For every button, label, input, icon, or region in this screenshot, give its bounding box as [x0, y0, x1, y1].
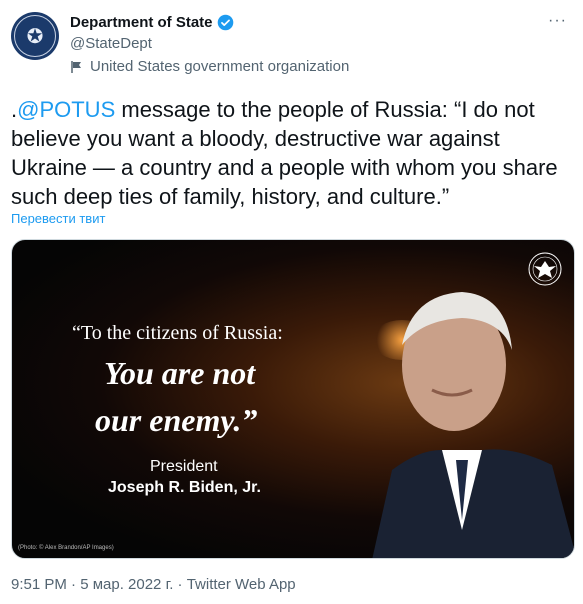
quote-line-1: “To the citizens of Russia:	[72, 322, 283, 344]
tweet-text: .@POTUS message to the people of Russia:…	[11, 95, 571, 211]
photo-credit: (Photo: © Alex Brandon/AP Images)	[18, 545, 114, 551]
account-name-row[interactable]: Department of State	[70, 14, 234, 31]
org-label-text: United States government organization	[90, 58, 350, 75]
attribution-title: President	[150, 458, 218, 475]
account-handle[interactable]: @StateDept	[70, 35, 152, 52]
translate-tweet-link[interactable]: Перевести твит	[11, 211, 105, 226]
more-options-button[interactable]: ···	[548, 12, 567, 30]
state-department-seal-icon	[528, 252, 562, 286]
tweet-timestamp[interactable]: 9:51 PM · 5 мар. 2022 г. · Twitter Web A…	[11, 576, 296, 593]
verified-badge-icon	[217, 14, 233, 31]
eagle-seal-icon: ✪	[14, 15, 56, 57]
president-photo	[372, 292, 574, 558]
org-label: United States government organization	[70, 58, 349, 75]
tweet-image[interactable]: “To the citizens of Russia: You are not …	[11, 239, 575, 559]
quote-line-3: our enemy.”	[95, 402, 258, 438]
mention-link[interactable]: @POTUS	[17, 97, 115, 122]
flag-icon	[71, 60, 81, 73]
quote-line-2: You are not	[104, 355, 256, 391]
account-name[interactable]: Department of State	[70, 14, 213, 31]
avatar[interactable]: ✪	[11, 12, 59, 60]
attribution-name: Joseph R. Biden, Jr.	[108, 479, 261, 496]
